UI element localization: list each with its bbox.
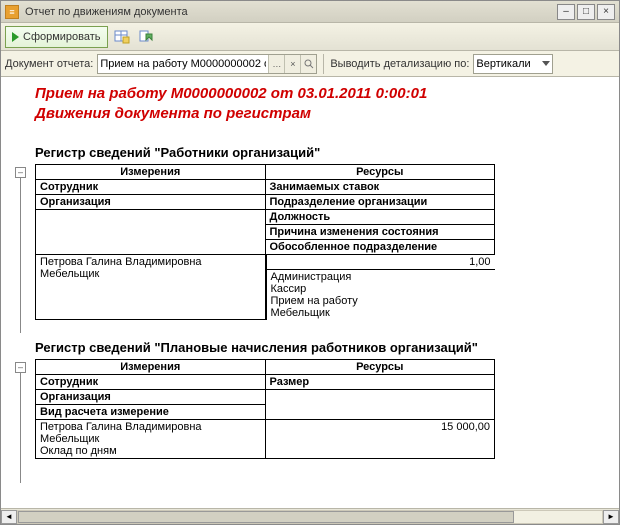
outline-toggle-0[interactable]: –	[15, 167, 26, 178]
section-heading-1: Регистр сведений "Плановые начисления ра…	[35, 340, 609, 355]
table-row: СотрудникЗанимаемых ставок	[36, 179, 495, 194]
document-select-button[interactable]: …	[268, 55, 284, 73]
toolbar: Сформировать	[1, 23, 619, 51]
table-header-row: Измерения Ресурсы	[36, 164, 495, 179]
scroll-thumb[interactable]	[18, 511, 514, 523]
register-section-0: – Регистр сведений "Работники организаци…	[35, 145, 609, 321]
table-icon	[114, 29, 130, 45]
data-left-1: Петрова Галина Владимировна Мебельщик Ок…	[36, 420, 266, 459]
scroll-track[interactable]	[17, 510, 603, 524]
document-input-group: … ×	[97, 54, 317, 74]
export-button[interactable]	[136, 27, 156, 47]
table-row: Вид расчета измерение	[36, 405, 495, 420]
close-button[interactable]: ×	[597, 4, 615, 20]
report-title-1: Прием на работу М0000000002 от 03.01.201…	[35, 84, 609, 104]
report-title-2: Движения документа по регистрам	[35, 104, 609, 124]
magnifier-icon	[304, 59, 314, 69]
scroll-right-button[interactable]: ►	[603, 510, 619, 524]
outline-line-1	[20, 373, 21, 483]
table-row: Обособленное подразделение	[36, 239, 495, 254]
table-settings-button[interactable]	[112, 27, 132, 47]
app-icon: ≡	[5, 5, 19, 19]
data-left-0: Петрова Галина Владимировна Мебельщик	[36, 254, 266, 320]
generate-button-label: Сформировать	[23, 31, 101, 43]
horizontal-scrollbar[interactable]: ◄ ►	[1, 508, 619, 524]
app-window: ≡ Отчет по движениям документа – □ × Сфо…	[0, 0, 620, 525]
window-title: Отчет по движениям документа	[25, 6, 555, 18]
col-measurements: Измерения	[36, 164, 266, 179]
register-table-1: Измерения Ресурсы СотрудникРазмер Органи…	[35, 359, 495, 459]
separator	[323, 54, 324, 74]
document-open-button[interactable]	[300, 55, 316, 73]
section-heading-0: Регистр сведений "Работники организаций"	[35, 145, 609, 160]
table-row: Петрова Галина Владимировна Мебельщик Ок…	[36, 420, 495, 459]
detail-select[interactable]: Вертикали	[473, 54, 553, 74]
col-measurements: Измерения	[36, 360, 266, 375]
col-resources: Ресурсы	[265, 164, 495, 179]
col-resources: Ресурсы	[265, 360, 495, 375]
register-section-1: – Регистр сведений "Плановые начисления …	[35, 340, 609, 459]
chevron-down-icon	[542, 61, 550, 66]
table-row: Причина изменения состояния	[36, 224, 495, 239]
data-num-1: 15 000,00	[265, 420, 495, 459]
table-row: Петрова Галина Владимировна Мебельщик 1,…	[36, 254, 495, 320]
outline-line-0	[20, 178, 21, 333]
play-icon	[12, 32, 19, 42]
export-icon	[138, 29, 154, 45]
scroll-left-button[interactable]: ◄	[1, 510, 17, 524]
report-area[interactable]: Прием на работу М0000000002 от 03.01.201…	[1, 77, 619, 508]
table-row: Должность	[36, 209, 495, 224]
document-input[interactable]	[98, 58, 268, 70]
table-row: ОрганизацияПодразделение организации	[36, 194, 495, 209]
minimize-button[interactable]: –	[557, 4, 575, 20]
document-clear-button[interactable]: ×	[284, 55, 300, 73]
outline-toggle-1[interactable]: –	[15, 362, 26, 373]
register-table-0: Измерения Ресурсы СотрудникЗанимаемых ст…	[35, 164, 495, 321]
table-header-row: Измерения Ресурсы	[36, 360, 495, 375]
table-row: Организация	[36, 390, 495, 405]
report-content: Прием на работу М0000000002 от 03.01.201…	[1, 78, 619, 479]
table-row: СотрудникРазмер	[36, 375, 495, 390]
data-num-0: 1,00	[266, 255, 495, 270]
detail-label: Выводить детализацию по:	[330, 58, 469, 70]
parameter-bar: Документ отчета: … × Выводить детализаци…	[1, 51, 619, 77]
data-lines-0: Администрация Кассир Прием на работу Меб…	[266, 269, 495, 320]
generate-report-button[interactable]: Сформировать	[5, 26, 108, 48]
maximize-button[interactable]: □	[577, 4, 595, 20]
detail-select-value: Вертикали	[476, 58, 530, 70]
titlebar: ≡ Отчет по движениям документа – □ ×	[1, 1, 619, 23]
document-label: Документ отчета:	[5, 58, 93, 70]
